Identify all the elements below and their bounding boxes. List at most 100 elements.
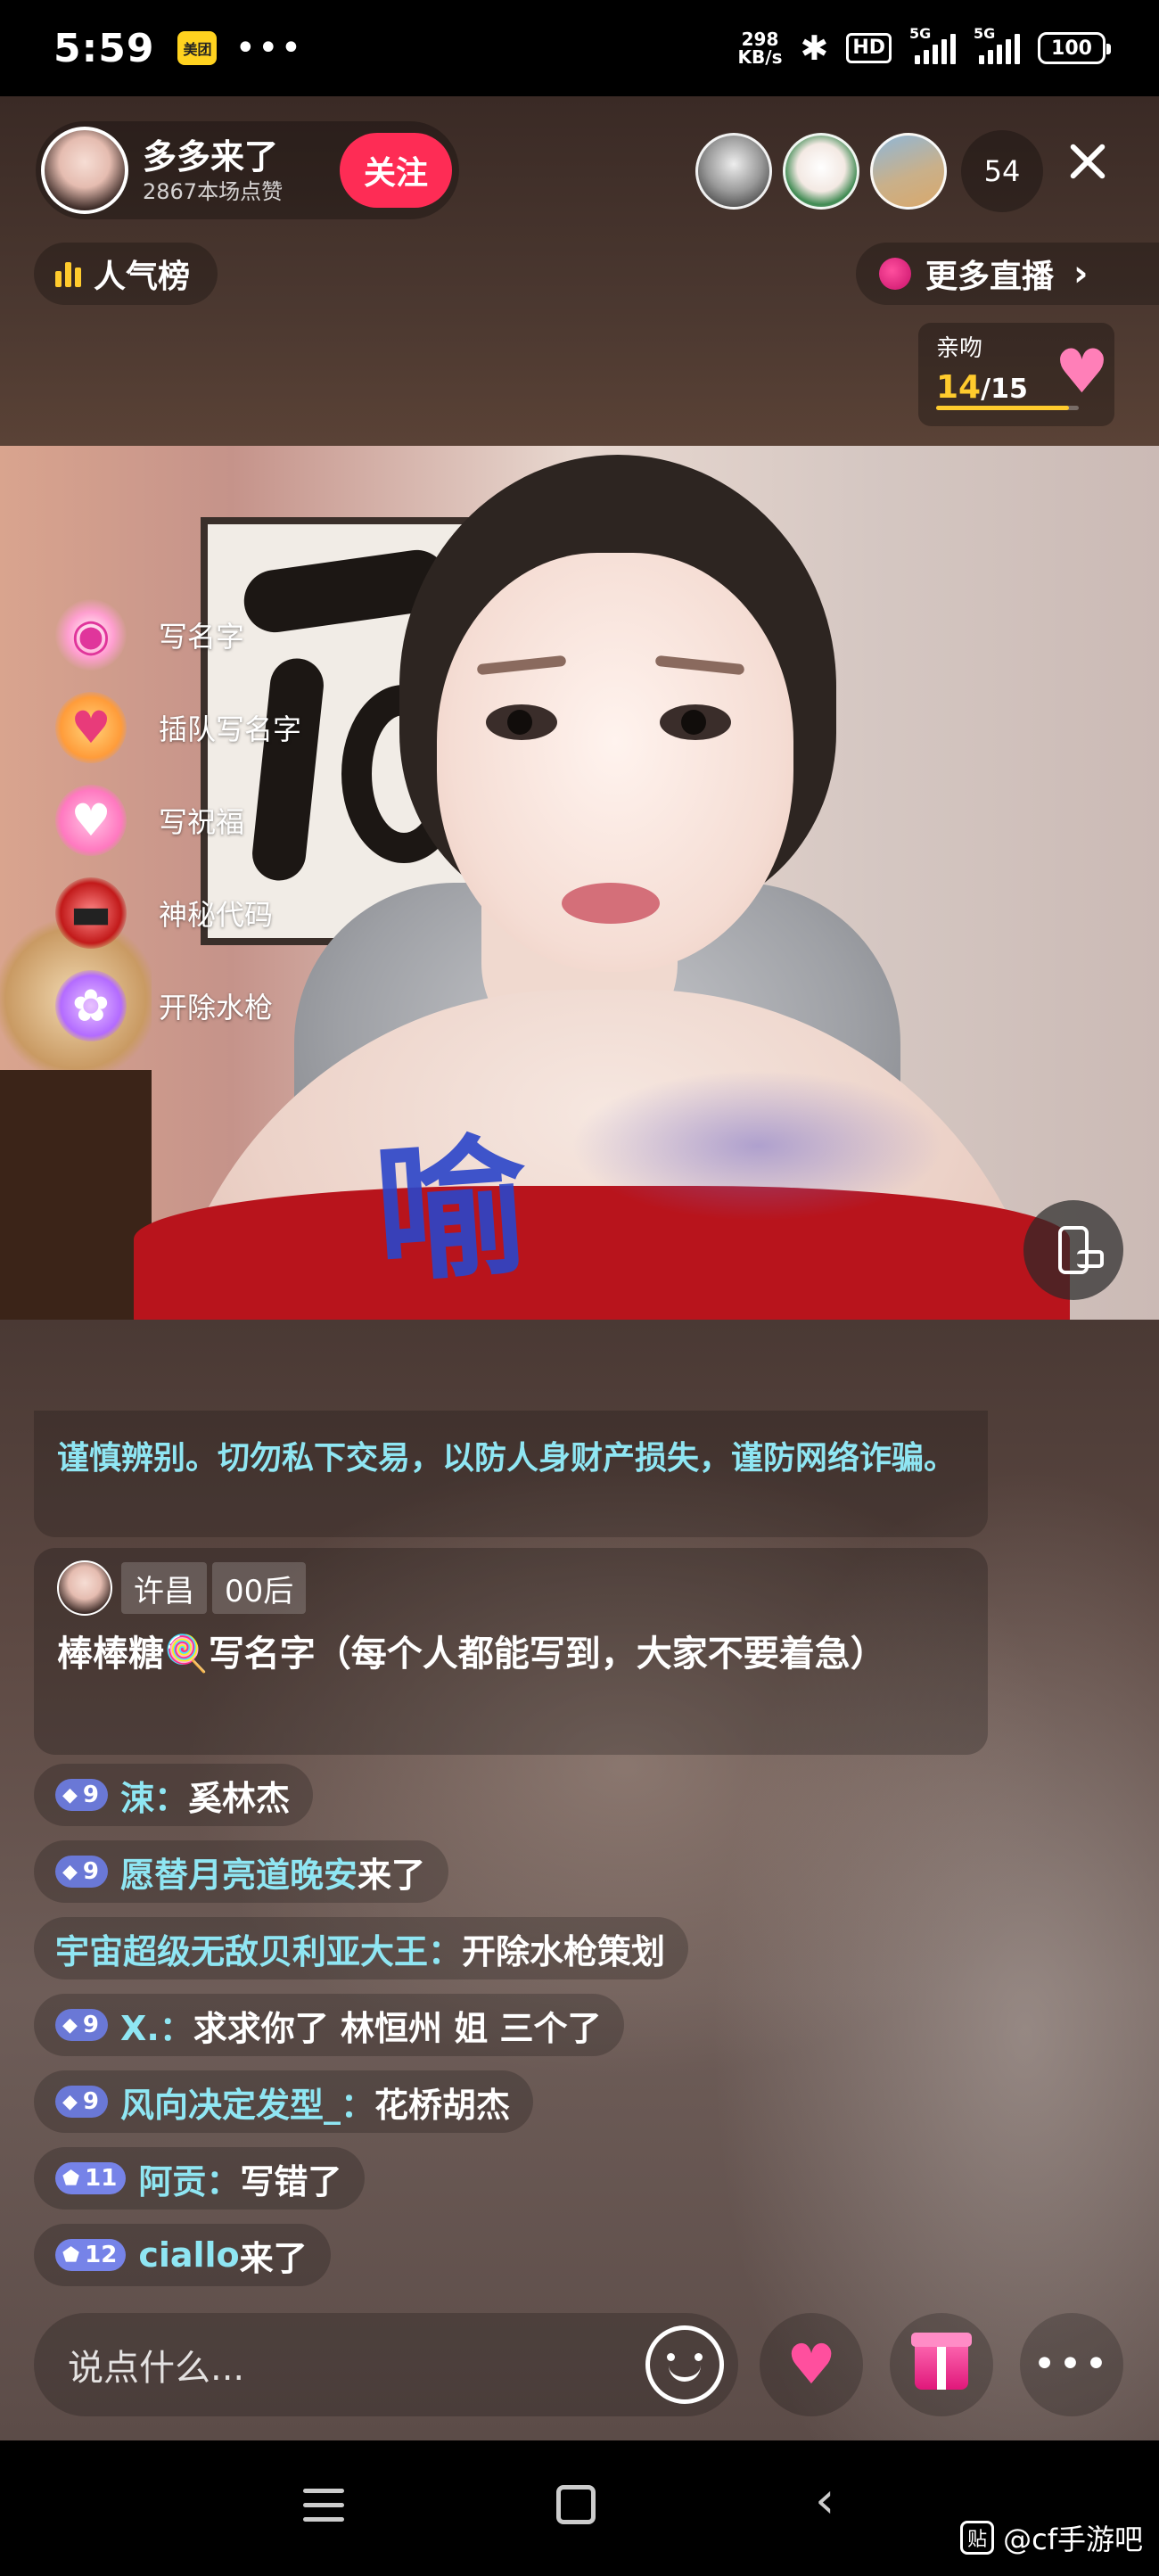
comment-input[interactable]: 说点什么... [34, 2313, 738, 2416]
lollipop-prefix: 棒棒糖 [57, 1634, 164, 1675]
tieba-logo-icon: 贴 [960, 2521, 995, 2555]
chat-username[interactable]: X.： [120, 2001, 193, 2050]
kiss-goal-current: 14 [936, 369, 982, 406]
chat-avatar[interactable] [57, 1560, 112, 1616]
smiley-icon [667, 2353, 703, 2361]
crown-gem-icon: ⬟ [62, 2167, 80, 2190]
back-icon[interactable]: ‹ [815, 2476, 834, 2526]
gift-icon [911, 2333, 972, 2390]
side-item-label: 写祝福 [159, 805, 245, 839]
side-item-write-wishes[interactable]: ♥ 写祝福 [55, 774, 301, 867]
like-button[interactable]: ♥ [760, 2313, 863, 2416]
ink-smear [571, 1070, 945, 1222]
emoji-button[interactable] [645, 2325, 724, 2404]
chat-message[interactable]: 宇宙超级无敌贝利亚大王： 开除水枪策划 [34, 1917, 689, 1979]
chat-text: 开除水枪策划 [462, 1931, 666, 1971]
side-item-write-name[interactable]: ◉ 写名字 [55, 588, 301, 681]
right-eye [660, 704, 731, 740]
sports-car-icon: ▬ [55, 877, 127, 949]
viewer-avatar[interactable] [695, 133, 772, 210]
level-badge: ◆ 9 [55, 2086, 109, 2118]
pinned-chat-header: 许昌 00后 [57, 1560, 965, 1616]
chat-text: 求求你了 林恒州 姐 三个了 [193, 2008, 602, 2048]
diamond-icon: ◆ [62, 1860, 78, 1883]
safety-notice: 谨慎辨别。切勿私下交易，以防人身财产损失，谨防网络诈骗。 [34, 1411, 988, 1537]
kiss-goal-card[interactable]: 亲吻 14/15 ♥ [918, 323, 1114, 426]
pinned-chat-message[interactable]: 许昌 00后 棒棒糖🍭写名字（每个人都能写到，大家不要着急） [34, 1548, 988, 1755]
viewer-avatar[interactable] [783, 133, 859, 210]
level-badge: ◆ 9 [55, 2009, 109, 2041]
popularity-rank-button[interactable]: 人气榜 [34, 243, 218, 305]
chat-text: 奚林杰 [188, 1778, 291, 1818]
host-avatar[interactable] [41, 127, 128, 214]
location-tag: 许昌 [121, 1562, 207, 1614]
heart-icon: ♥ [786, 2332, 836, 2397]
more-live-button[interactable]: 更多直播 › [856, 243, 1159, 305]
side-item-secret-code[interactable]: ▬ 神秘代码 [55, 867, 301, 959]
kiss-goal-separator: / [981, 374, 991, 405]
chat-username[interactable]: ciallo [138, 2235, 239, 2275]
meituan-app-icon: 美团 [177, 31, 218, 65]
host-info[interactable]: 多多来了 2867本场点赞 关注 [36, 121, 459, 219]
kiss-goal-bar-fill [936, 406, 1070, 410]
more-live-label: 更多直播 [925, 259, 1055, 295]
more-notifications-icon: ••• [234, 28, 304, 69]
menu-icon[interactable] [303, 2489, 344, 2531]
side-item-fire-water-gun[interactable]: ✿ 开除水枪 [55, 959, 301, 1052]
battery-level: 100 [1051, 37, 1092, 60]
live-dot-icon [879, 258, 911, 290]
body-writing: 喻 [369, 1116, 533, 1305]
chat-username[interactable]: 宇宙超级无敌贝利亚大王： [55, 1924, 462, 1973]
side-item-label: 神秘代码 [159, 898, 274, 932]
host-likes: 2867本场点赞 [143, 179, 284, 204]
chat-username[interactable]: 愿替月亮道晚安 [120, 1848, 358, 1897]
level-badge: ⬟ 12 [55, 2239, 127, 2271]
chat-message[interactable]: ◆ 9 X.： 求求你了 林恒州 姐 三个了 [34, 1994, 625, 2056]
close-icon[interactable] [1059, 134, 1116, 191]
follow-button[interactable]: 关注 [340, 133, 452, 208]
chat-message[interactable]: ◆ 9 风向决定发型_： 花桥胡杰 [34, 2070, 534, 2133]
chat-message[interactable]: ⬟ 11 阿贡： 写错了 [34, 2147, 366, 2210]
chat-username[interactable]: 风向决定发型_： [120, 2078, 374, 2127]
chat-message[interactable]: ◆ 9 涑： 奚林杰 [34, 1764, 314, 1826]
crown-gem-icon: ⬟ [62, 2243, 80, 2267]
chevron-right-icon: › [1073, 253, 1089, 294]
lips [562, 883, 660, 924]
chat-username[interactable]: 涑： [120, 1771, 188, 1820]
viewer-list[interactable]: 54 [695, 130, 1043, 212]
chat-message[interactable]: ◆ 9 愿替月亮道晚安 来了 [34, 1840, 449, 1903]
level-badge: ◆ 9 [55, 1779, 109, 1811]
chat-text: 来了 [239, 2238, 308, 2278]
more-options-button[interactable]: ••• [1020, 2313, 1123, 2416]
chat-message[interactable]: ⬟ 12 ciallo 来了 [34, 2224, 331, 2286]
gift-button[interactable] [890, 2313, 993, 2416]
bar-chart-icon [55, 260, 81, 287]
age-tag: 00后 [212, 1562, 307, 1614]
bluetooth-icon: ✱ [800, 29, 829, 68]
system-nav-bar: ‹ 贴 @cf手游吧 [0, 2440, 1159, 2576]
pinned-chat-text: 棒棒糖🍭写名字（每个人都能写到，大家不要着急） [57, 1625, 965, 1683]
viewer-count[interactable]: 54 [961, 130, 1043, 212]
level-badge: ⬟ 11 [55, 2162, 127, 2194]
heart-face-icon: ♥ [1055, 337, 1109, 407]
signal-1-icon: 5G [909, 25, 956, 64]
host-name: 多多来了 [143, 137, 279, 177]
status-bar: 5:59 美团 ••• 298 KB/s ✱ HD 5G 5G 100 [0, 0, 1159, 96]
chat-text: 来了 [358, 1855, 426, 1895]
host-text: 多多来了 2867本场点赞 [143, 136, 283, 205]
chat-text: 花桥胡杰 [374, 2085, 511, 2125]
network-speed: 298 KB/s [738, 30, 783, 66]
home-icon[interactable] [556, 2485, 596, 2524]
chat-username[interactable]: 阿贡： [138, 2154, 240, 2203]
diamond-icon: ◆ [62, 2013, 78, 2037]
network-speed-value: 298 [741, 29, 779, 50]
rotate-screen-button[interactable] [1023, 1200, 1123, 1300]
viewer-avatar[interactable] [870, 133, 947, 210]
popularity-rank-label: 人气榜 [94, 259, 191, 295]
watermark-text: @cf手游吧 [1003, 2523, 1143, 2556]
more-icon: ••• [1032, 2341, 1111, 2387]
heart-bubble-icon: ♥ [55, 785, 127, 856]
level-badge: ◆ 9 [55, 1856, 109, 1888]
side-item-label: 插队写名字 [159, 712, 302, 746]
side-item-priority-write-name[interactable]: ♥ 插队写名字 [55, 681, 301, 774]
